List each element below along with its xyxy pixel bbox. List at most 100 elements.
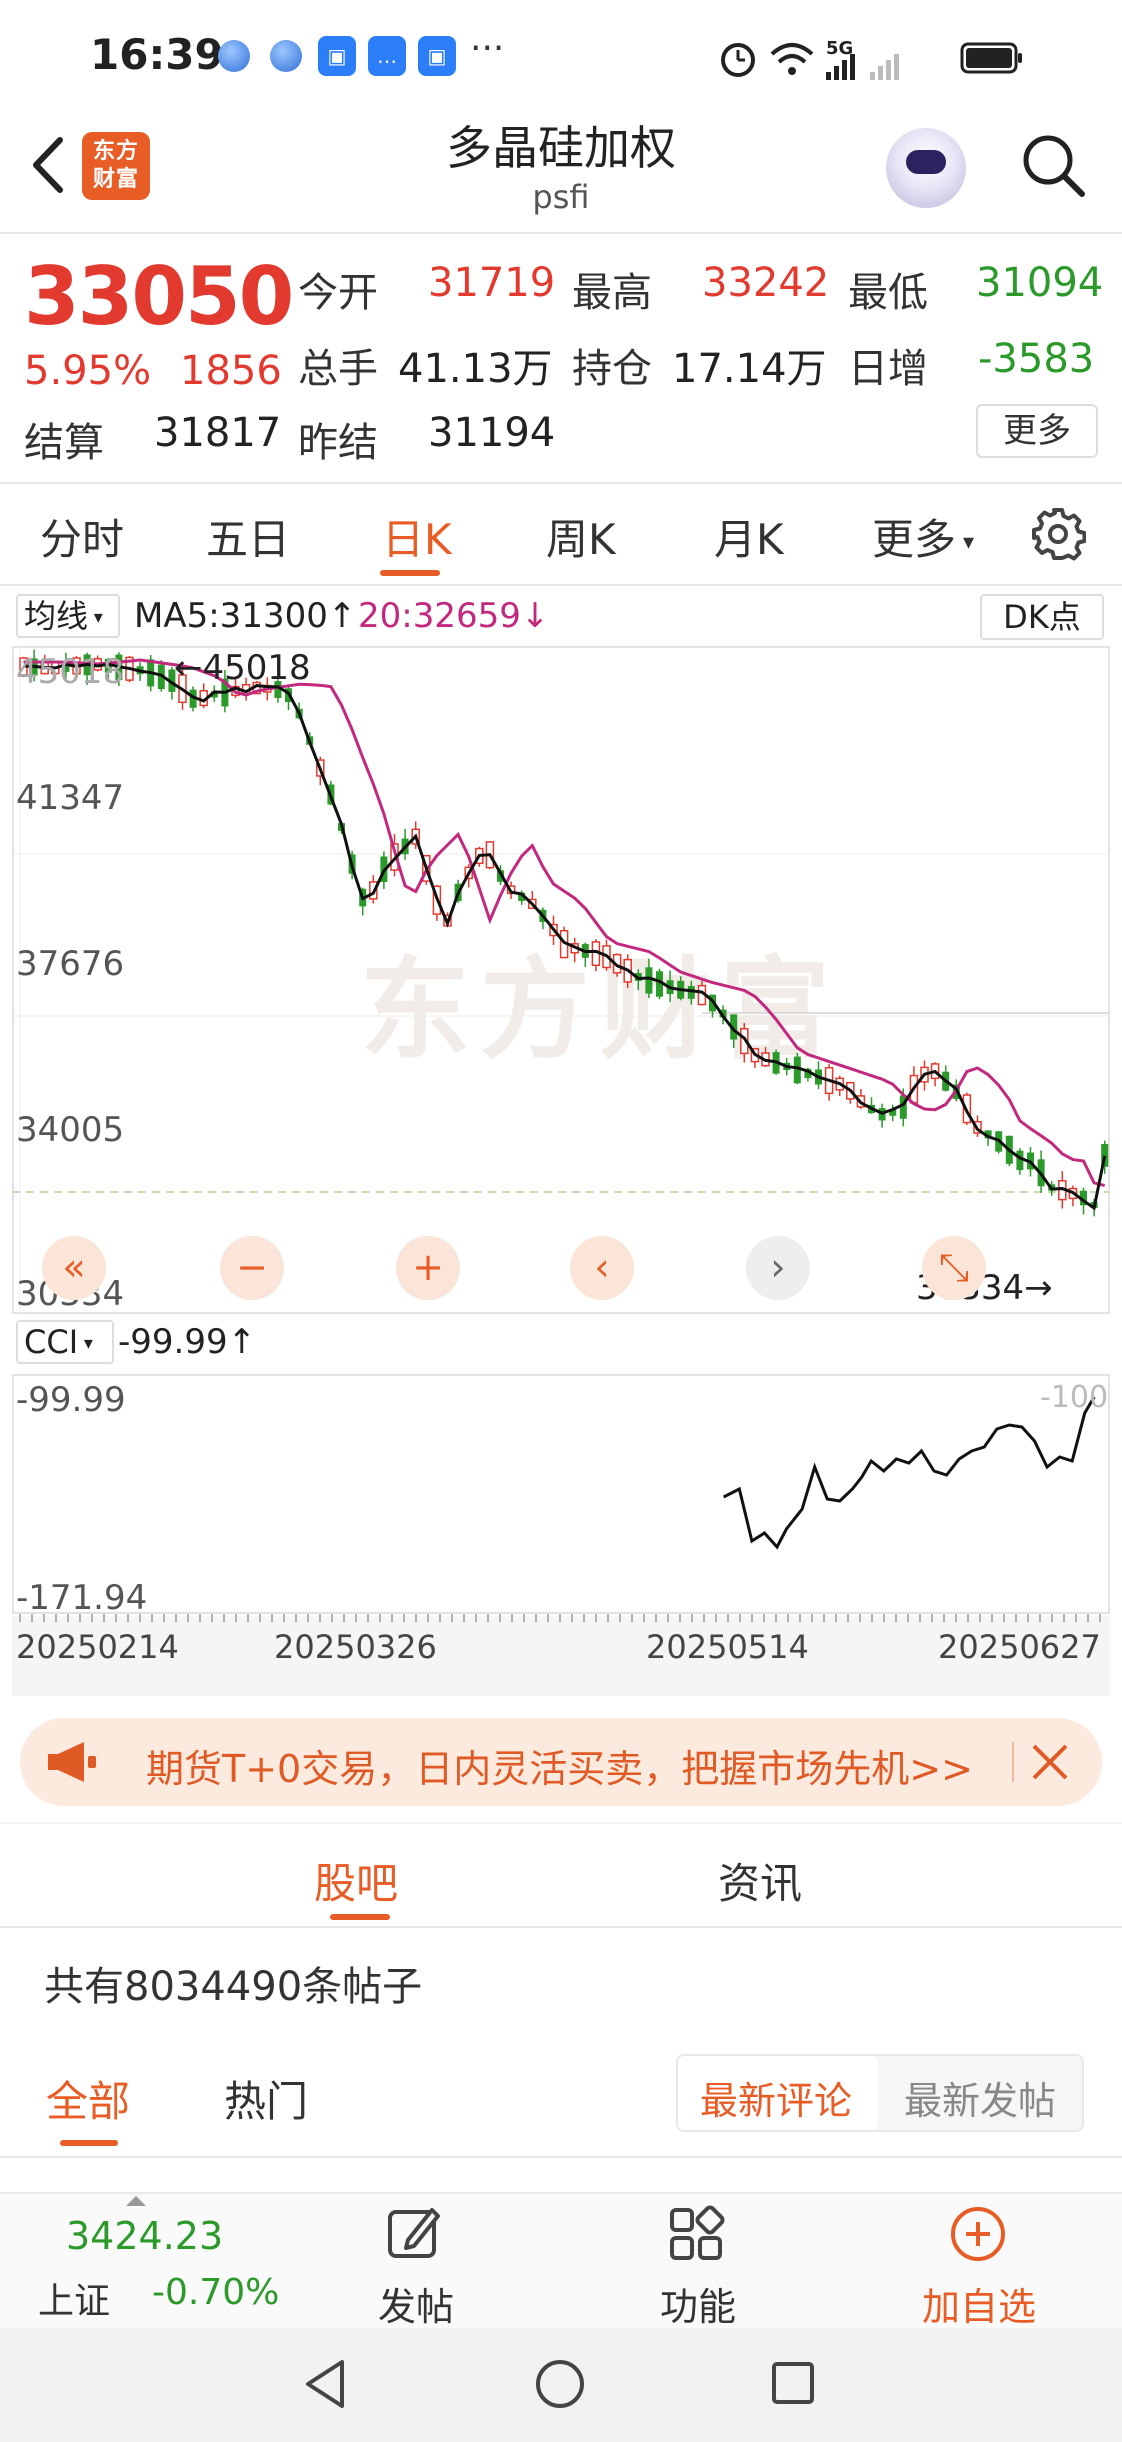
browser-icon <box>218 40 250 72</box>
filter-hot[interactable]: 热门 <box>224 2068 308 2129</box>
divider <box>0 232 1122 234</box>
divider <box>0 1822 1122 1824</box>
megaphone-icon <box>48 1742 96 1782</box>
tab-daily-k[interactable]: 日K <box>382 506 452 567</box>
close-icon[interactable] <box>1030 1742 1070 1782</box>
assistant-robot-face <box>906 150 946 174</box>
tab-intraday[interactable]: 分时 <box>40 506 124 567</box>
alarm-icon <box>721 43 755 77</box>
sort-latest-post[interactable]: 最新发帖 <box>904 2070 1056 2125</box>
candle-body <box>645 967 653 994</box>
divider <box>0 482 1122 484</box>
functions-button-label[interactable]: 功能 <box>660 2276 736 2331</box>
tab-forum[interactable]: 股吧 <box>314 1850 398 1911</box>
zoom-out-button[interactable]: − <box>220 1236 284 1300</box>
ma20-value: 20:32659↓ <box>358 596 550 636</box>
expand-up-icon[interactable] <box>126 2196 146 2206</box>
date-ticks <box>19 1614 1101 1622</box>
indicator-label: 均线 <box>24 597 89 635</box>
divider <box>0 1926 1122 1928</box>
scroll-right-button[interactable]: › <box>746 1236 810 1300</box>
open-label: 今开 <box>298 270 378 316</box>
wifi-icon <box>770 43 814 75</box>
tab-five-day[interactable]: 五日 <box>206 506 290 567</box>
cci-right-label: -100 <box>1040 1380 1109 1415</box>
date-label: 20250627 <box>938 1628 1101 1666</box>
dk-point-button[interactable]: DK点 <box>980 594 1104 640</box>
volume-value: 41.13万 <box>398 346 553 392</box>
y-axis-label: 34005 <box>16 1110 125 1150</box>
high-annotation-value: 45018 <box>202 648 311 688</box>
candlesticks <box>19 649 1109 1217</box>
divider <box>0 584 1122 586</box>
tab-weekly-k[interactable]: 周K <box>546 506 616 567</box>
app-store-icon: ▣ <box>318 36 356 76</box>
fullscreen-button[interactable]: ⤡ <box>922 1236 986 1300</box>
divider <box>1012 1742 1014 1782</box>
date-label: 20250214 <box>16 1628 179 1666</box>
prev-settle-label: 昨结 <box>298 420 378 466</box>
post-count: 共有8034490条帖子 <box>44 1964 423 2010</box>
cci-line <box>722 1396 1096 1550</box>
tab-monthly-k[interactable]: 月K <box>714 506 784 567</box>
add-watchlist-label[interactable]: 加自选 <box>922 2276 1036 2331</box>
status-time: 16:39 <box>90 30 224 79</box>
status-bar: 16:39 ▣ … ▣ ··· 5G <box>0 0 1122 110</box>
y-axis-label: 41347 <box>16 778 125 818</box>
active-tab-indicator <box>330 1914 390 1920</box>
settle-label: 结算 <box>24 420 104 466</box>
daily-increase-label: 日增 <box>848 346 928 392</box>
filter-all[interactable]: 全部 <box>46 2068 130 2129</box>
more-notifications-icon: ··· <box>470 28 505 69</box>
kline-plot <box>12 646 1110 1314</box>
signal-icon-no-sim <box>870 54 899 80</box>
ma20-line <box>23 658 1106 1188</box>
cci-plot <box>722 1396 1096 1550</box>
edit-post-icon[interactable] <box>384 2204 444 2264</box>
nav-recents-icon[interactable] <box>768 2358 818 2408</box>
date-label: 20250326 <box>274 1628 437 1666</box>
tab-more[interactable]: 更多 ▾ <box>872 506 974 567</box>
dropdown-icon: ▾ <box>78 1333 93 1354</box>
promo-text[interactable]: 期货T+0交易，日内灵活买卖，把握市场先机>> <box>146 1738 973 1793</box>
zoom-in-button[interactable]: + <box>396 1236 460 1300</box>
scroll-left-button[interactable]: ‹ <box>570 1236 634 1300</box>
app-store-icon: ▣ <box>418 36 456 76</box>
add-watchlist-icon[interactable] <box>948 2204 1008 2264</box>
cci-value: -99.99↑ <box>118 1322 257 1362</box>
message-icon: … <box>368 36 406 76</box>
indicator-select-ma[interactable]: 均线 ▾ <box>16 594 120 638</box>
open-interest-value: 17.14万 <box>672 346 827 392</box>
change-amount: 1856 <box>180 348 282 394</box>
indicator-select-cci[interactable]: CCI ▾ <box>16 1320 114 1364</box>
index-change[interactable]: -0.70% <box>152 2272 279 2313</box>
scroll-far-left-button[interactable]: « <box>42 1236 106 1300</box>
status-icons: 5G <box>721 38 1022 80</box>
index-name[interactable]: 上证 <box>38 2272 110 2324</box>
index-value[interactable]: 3424.23 <box>66 2214 223 2258</box>
settle-value: 31817 <box>154 410 282 456</box>
gear-icon[interactable] <box>1030 506 1086 562</box>
cci-label: CCI <box>24 1323 79 1361</box>
more-quote-button[interactable]: 更多 <box>976 404 1098 458</box>
nav-home-icon[interactable] <box>532 2356 588 2412</box>
prev-settle-value: 31194 <box>428 410 556 456</box>
ma5-value: MA5:31300↑ <box>134 596 357 636</box>
tab-news[interactable]: 资讯 <box>718 1850 802 1911</box>
svg-text:5G: 5G <box>826 38 853 59</box>
sort-latest-comment[interactable]: 最新评论 <box>700 2070 852 2125</box>
open-value: 31719 <box>428 260 556 306</box>
active-tab-indicator <box>380 570 440 576</box>
open-interest-label: 持仓 <box>572 346 652 392</box>
nav-back-icon[interactable] <box>300 2356 350 2412</box>
search-icon[interactable] <box>1018 130 1088 200</box>
post-button-label[interactable]: 发帖 <box>378 2276 454 2331</box>
tab-more-label: 更多 <box>872 515 957 564</box>
change-percent: 5.95% <box>24 348 152 394</box>
date-label: 20250514 <box>646 1628 809 1666</box>
volume-label: 总手 <box>298 346 378 392</box>
low-value: 31094 <box>976 260 1104 306</box>
last-price: 33050 <box>24 250 294 343</box>
y-axis-label: 37676 <box>16 944 125 984</box>
functions-grid-icon[interactable] <box>666 2204 726 2264</box>
